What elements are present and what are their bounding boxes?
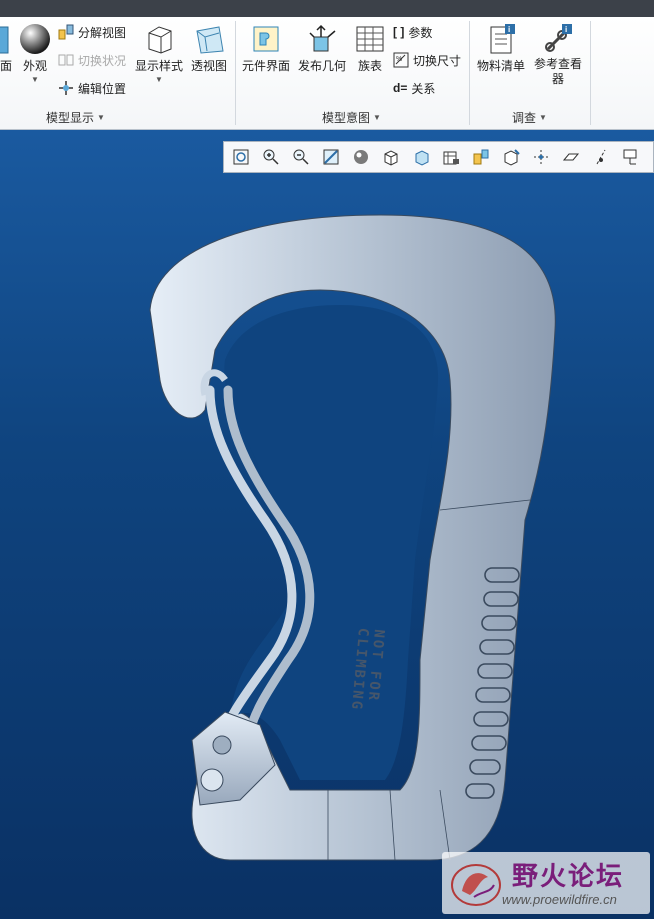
explode-view-label: 分解视图 [78, 25, 127, 40]
toggle-status-button[interactable]: 切换状况 [58, 50, 126, 70]
display-style-label: 显示样式 [134, 59, 183, 73]
svg-text:i: i [565, 25, 567, 34]
parameters-button[interactable]: [ ] 参数 [393, 22, 432, 42]
plane-display-icon[interactable] [558, 145, 584, 169]
graphics-viewport[interactable]: NOT FOR CLIMBING [0, 130, 654, 919]
ribbon: 面 外观 ▼ 分解视图 切换状况 编辑位置 显示样式 ▼ 透视图 模型显示 ▼ 元… [0, 17, 654, 130]
toggle-status-icon [58, 54, 74, 66]
section-icon [0, 26, 9, 54]
group-divider [469, 21, 470, 125]
publish-geometry-label: 发布几何 [297, 59, 346, 73]
perspective-view-label: 透视图 [190, 59, 227, 73]
edit-position-label: 编辑位置 [78, 81, 127, 96]
cube-icon [148, 26, 172, 54]
view-manager-icon[interactable] [438, 145, 464, 169]
partial-button-label: 面 [0, 59, 13, 73]
svg-text:i: i [508, 25, 510, 34]
bill-of-materials-button[interactable]: i 物料清单 [474, 23, 528, 74]
watermark-title: 野火论坛 [512, 862, 625, 892]
repaint-icon[interactable] [318, 145, 344, 169]
chevron-down-icon: ▼ [31, 75, 39, 84]
publish-geometry-button[interactable]: 发布几何 [296, 23, 348, 74]
perspective-icon [196, 26, 224, 54]
chevron-down-icon: ▼ [539, 112, 547, 122]
component-interface-label: 元件界面 [241, 59, 290, 73]
annotation-display-icon[interactable] [498, 145, 524, 169]
switch-dimensions-label: 切换尺寸 [413, 53, 462, 68]
relations-button[interactable]: d= 关系 [393, 78, 435, 98]
title-bar [0, 0, 654, 17]
csys-display-icon[interactable] [618, 145, 644, 169]
partial-ribbon-button[interactable]: 面 [0, 23, 12, 74]
spin-center-icon[interactable] [528, 145, 554, 169]
group-divider [235, 21, 236, 125]
chevron-down-icon: ▼ [97, 112, 105, 122]
bill-of-materials-label: 物料清单 [476, 59, 525, 73]
svg-text:%: % [396, 56, 402, 63]
edit-position-icon [59, 81, 73, 95]
forum-logo-icon [451, 864, 501, 906]
forum-watermark: 野火论坛 www.proewildfire.cn [442, 852, 650, 914]
datum-display-icon[interactable] [468, 145, 494, 169]
toggle-status-label: 切换状况 [78, 53, 127, 68]
reference-viewer-button[interactable]: i 参考查看器 [530, 23, 586, 87]
puzzle-icon [253, 26, 279, 52]
family-table-button[interactable]: 族表 [352, 23, 388, 74]
appearance-label: 外观 [22, 59, 47, 73]
perspective-view-button[interactable]: 透视图 [190, 23, 228, 74]
chain-link-icon: i [545, 24, 572, 52]
explode-view-button[interactable]: 分解视图 [58, 22, 126, 42]
edit-position-button[interactable]: 编辑位置 [58, 78, 126, 98]
table-icon [356, 26, 384, 52]
parameters-label: 参数 [408, 25, 433, 40]
brackets-icon: [ ] [393, 25, 405, 39]
display-style-icon[interactable] [348, 145, 374, 169]
carabiner-model [149, 214, 556, 861]
zoom-out-icon[interactable] [288, 145, 314, 169]
group-label-model-display[interactable]: 模型显示 ▼ [46, 109, 105, 125]
chevron-down-icon: ▼ [373, 112, 381, 122]
component-interface-button[interactable]: 元件界面 [240, 23, 292, 74]
saved-orientations-icon[interactable] [378, 145, 404, 169]
group-label-investigate[interactable]: 调查 ▼ [512, 109, 547, 125]
chevron-down-icon: ▼ [155, 75, 163, 84]
group-label-model-intent[interactable]: 模型意图 ▼ [322, 109, 381, 125]
switch-dimensions-button[interactable]: % 切换尺寸 [393, 50, 461, 70]
reference-viewer-label: 参考查看器 [533, 57, 582, 86]
zoom-in-icon[interactable] [258, 145, 284, 169]
dimension-icon: % [393, 52, 409, 68]
watermark-url: www.proewildfire.cn [502, 892, 617, 907]
family-table-label: 族表 [357, 59, 382, 73]
appearance-button[interactable]: 外观 ▼ [17, 23, 53, 84]
publish-geometry-icon [309, 24, 336, 52]
view-toolbar [223, 141, 654, 173]
group-divider [590, 21, 591, 125]
display-style-button[interactable]: 显示样式 ▼ [134, 23, 184, 84]
axis-display-icon[interactable] [588, 145, 614, 169]
explode-view-icon [58, 24, 74, 40]
sphere-icon [20, 24, 50, 54]
named-views-icon[interactable] [408, 145, 434, 169]
bom-icon: i [490, 24, 515, 54]
relations-label: 关系 [411, 81, 436, 96]
relations-icon: d= [393, 81, 408, 95]
refit-icon[interactable] [228, 145, 254, 169]
